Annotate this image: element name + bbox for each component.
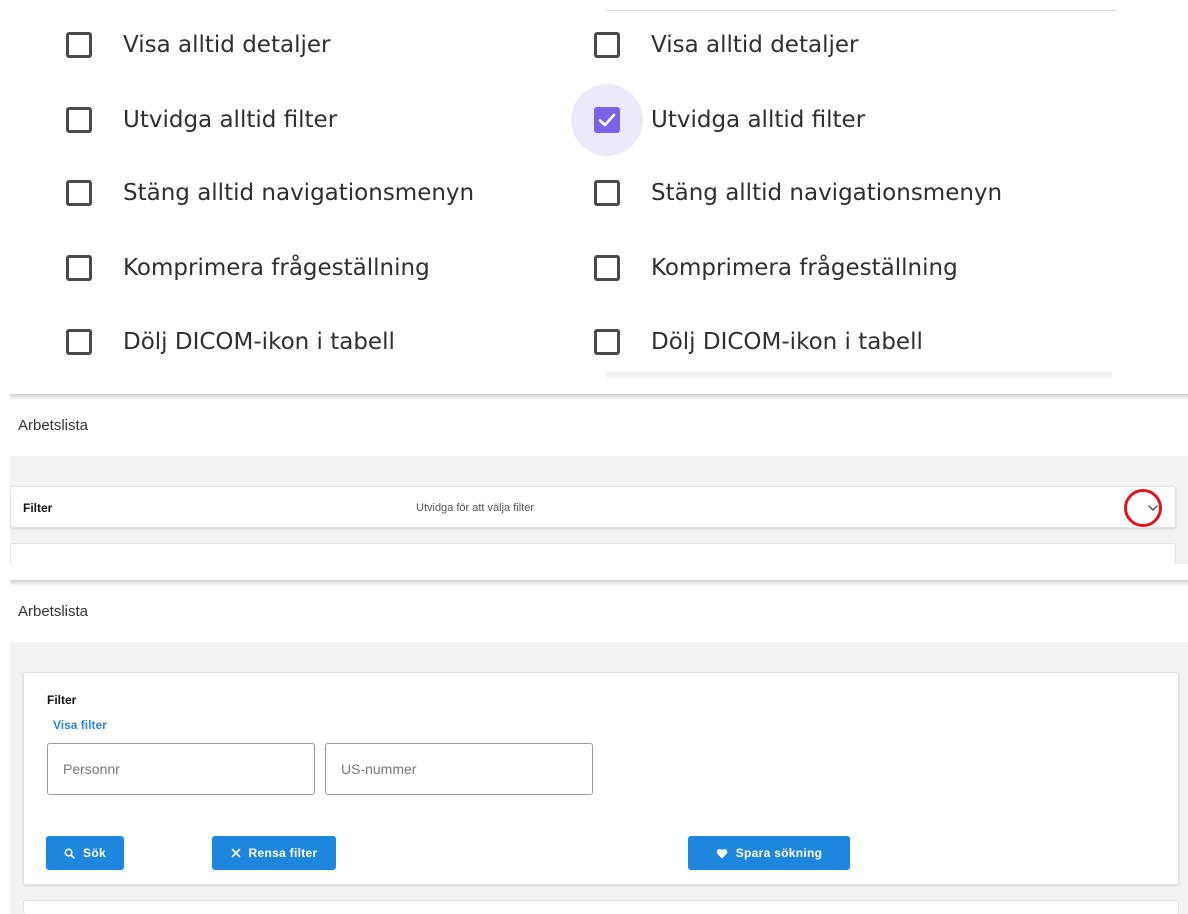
- option-label: Dölj DICOM-ikon i tabell: [651, 329, 923, 355]
- personnr-input[interactable]: [48, 744, 314, 794]
- clear-filter-button-label: Rensa filter: [248, 846, 318, 860]
- close-icon: [231, 848, 241, 858]
- checkbox[interactable]: [594, 32, 620, 58]
- us-nummer-field[interactable]: [325, 743, 593, 795]
- option-show-details[interactable]: Visa alltid detaljer: [594, 25, 858, 65]
- next-card-edge: [10, 543, 1176, 564]
- option-compress-question[interactable]: Komprimera frågeställning: [66, 248, 430, 288]
- option-hide-dicom[interactable]: Dölj DICOM-ikon i tabell: [66, 322, 395, 362]
- option-expand-filter[interactable]: Utvidga alltid filter: [571, 84, 866, 156]
- checkbox[interactable]: [66, 329, 92, 355]
- checkbox[interactable]: [66, 107, 92, 133]
- highlight-circle: [1124, 489, 1162, 527]
- panel-divider: [606, 10, 1116, 11]
- checkbox-wrapper: [571, 84, 643, 156]
- search-button-label: Sök: [83, 846, 106, 860]
- filter-label: Filter: [23, 501, 53, 515]
- us-nummer-input[interactable]: [326, 744, 592, 794]
- option-hide-dicom[interactable]: Dölj DICOM-ikon i tabell: [594, 322, 923, 362]
- search-button[interactable]: Sök: [46, 836, 124, 870]
- next-card-edge: [23, 900, 1179, 914]
- filter-card-collapsed[interactable]: Filter Utvidga för att välja filter: [10, 486, 1176, 528]
- clear-filter-button[interactable]: Rensa filter: [212, 836, 336, 870]
- checkbox[interactable]: [594, 329, 620, 355]
- page-title: Arbetslista: [18, 603, 89, 620]
- heart-icon: [716, 848, 728, 859]
- filter-card-expanded: Filter Visa filter Sök Rensa filter Spar…: [23, 672, 1179, 885]
- screenshot-edge: [10, 394, 1188, 400]
- checkbox[interactable]: [594, 255, 620, 281]
- option-label: Utvidga alltid filter: [123, 107, 338, 133]
- show-filter-link[interactable]: Visa filter: [53, 718, 107, 732]
- panel-shadow: [606, 372, 1112, 380]
- checkmark-icon: [598, 113, 616, 127]
- option-show-details[interactable]: Visa alltid detaljer: [66, 25, 330, 65]
- option-label: Komprimera frågeställning: [123, 255, 430, 281]
- option-label: Komprimera frågeställning: [651, 255, 958, 281]
- checkbox[interactable]: [66, 180, 92, 206]
- page-title: Arbetslista: [18, 417, 89, 434]
- option-expand-filter[interactable]: Utvidga alltid filter: [66, 100, 337, 140]
- filter-label: Filter: [47, 693, 77, 707]
- search-icon: [64, 848, 75, 859]
- option-label: Stäng alltid navigationsmenyn: [123, 180, 475, 206]
- option-label: Utvidga alltid filter: [651, 107, 866, 133]
- option-label: Stäng alltid navigationsmenyn: [651, 180, 1003, 206]
- option-label: Visa alltid detaljer: [123, 32, 331, 58]
- option-close-nav[interactable]: Stäng alltid navigationsmenyn: [66, 173, 474, 213]
- checkbox[interactable]: [66, 255, 92, 281]
- checkbox[interactable]: [66, 32, 92, 58]
- option-label: Dölj DICOM-ikon i tabell: [123, 329, 395, 355]
- option-compress-question[interactable]: Komprimera frågeställning: [594, 248, 958, 288]
- personnr-field[interactable]: [47, 743, 315, 795]
- checkbox-checked[interactable]: [594, 107, 620, 133]
- save-search-button[interactable]: Spara sökning: [688, 836, 850, 870]
- option-close-nav[interactable]: Stäng alltid navigationsmenyn: [594, 173, 1002, 213]
- filter-hint: Utvidga för att välja filter: [416, 502, 534, 514]
- option-label: Visa alltid detaljer: [651, 32, 859, 58]
- checkbox[interactable]: [594, 180, 620, 206]
- screenshot-edge: [10, 580, 1188, 586]
- save-search-button-label: Spara sökning: [735, 846, 823, 860]
